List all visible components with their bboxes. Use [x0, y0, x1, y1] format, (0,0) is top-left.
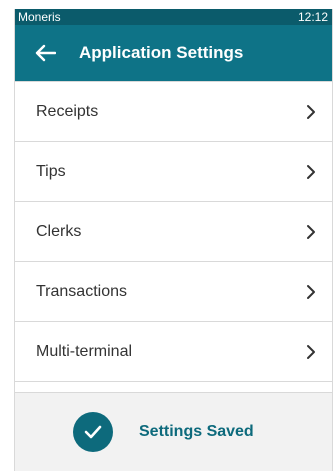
back-button[interactable]: [25, 33, 65, 73]
menu-item-label: Clerks: [36, 222, 82, 240]
carrier-name: Moneris: [18, 10, 61, 24]
chevron-right-icon: [307, 164, 315, 179]
menu-item-label: Multi-terminal: [36, 342, 133, 360]
divider: [15, 382, 332, 393]
chevron-right-icon: [307, 344, 315, 359]
menu-item-tips[interactable]: Tips: [15, 142, 332, 202]
chevron-right-icon: [307, 224, 315, 239]
settings-saved-toast: Settings Saved: [15, 393, 332, 471]
toast-message: Settings Saved: [139, 423, 254, 440]
menu-item-multi-terminal[interactable]: Multi-terminal: [15, 322, 332, 382]
menu-item-label: Tips: [36, 162, 66, 180]
status-time: 12:12: [297, 10, 328, 24]
menu-item-receipts[interactable]: Receipts: [15, 82, 332, 142]
device-screen: Moneris 12:12 Application Settings Recei…: [14, 9, 333, 471]
chevron-right-icon: [307, 104, 315, 119]
menu-item-transactions[interactable]: Transactions: [15, 262, 332, 322]
settings-menu: Receipts Tips Clerks Transactions Multi-…: [15, 81, 332, 393]
checkmark-circle-icon: [73, 412, 113, 452]
page-title: Application Settings: [79, 43, 244, 62]
menu-item-label: Transactions: [36, 282, 127, 300]
menu-item-clerks[interactable]: Clerks: [15, 202, 332, 262]
arrow-left-icon: [35, 44, 56, 62]
chevron-right-icon: [307, 284, 315, 299]
menu-item-label: Receipts: [36, 102, 99, 120]
app-header: Application Settings: [15, 25, 332, 81]
status-bar: Moneris 12:12: [15, 9, 332, 25]
